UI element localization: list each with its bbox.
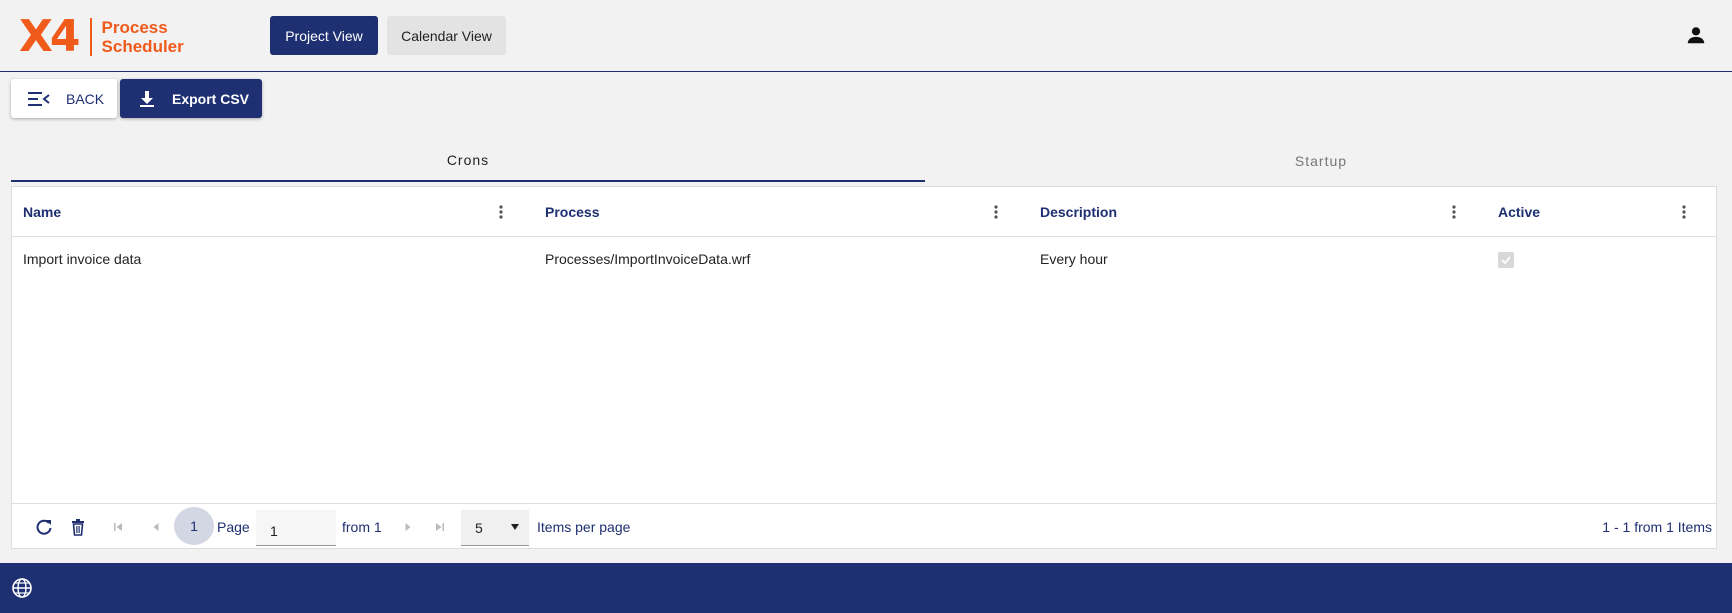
logo-mark: X4	[19, 11, 81, 62]
caret-down-icon	[511, 524, 519, 530]
column-menu-icon[interactable]	[493, 204, 509, 220]
page-total-label: from 1	[342, 519, 382, 535]
app-footer	[0, 563, 1732, 613]
column-header-description[interactable]: Description	[1040, 187, 1117, 237]
back-button[interactable]: BACK	[11, 79, 117, 118]
trash-icon[interactable]	[69, 518, 87, 536]
table-row[interactable]: Import invoice data Processes/ImportInvo…	[12, 238, 1716, 280]
refresh-icon[interactable]	[35, 518, 53, 536]
cell-description: Every hour	[1040, 251, 1108, 267]
app-header: X4 Process Scheduler Project View Calend…	[0, 0, 1732, 72]
column-header-process[interactable]: Process	[545, 187, 599, 237]
logo-line-1: Process	[101, 18, 168, 37]
calendar-view-button[interactable]: Calendar View	[387, 16, 506, 55]
cell-process: Processes/ImportInvoiceData.wrf	[545, 251, 751, 267]
cell-name: Import invoice data	[23, 251, 142, 267]
back-label: BACK	[66, 90, 105, 107]
export-csv-button[interactable]: Export CSV	[120, 79, 262, 118]
last-page-icon[interactable]	[434, 521, 446, 533]
active-checkbox	[1498, 252, 1514, 268]
page-label: Page	[217, 519, 250, 535]
current-page-button[interactable]: 1	[174, 507, 214, 545]
items-per-page-select[interactable]: 5	[461, 510, 529, 546]
tab-bar: Crons Startup	[11, 140, 1717, 182]
page-number-input[interactable]	[256, 510, 336, 546]
logo-text: Process Scheduler	[102, 18, 184, 56]
check-icon	[1501, 256, 1511, 265]
items-per-page-label: Items per page	[537, 519, 631, 535]
items-per-page-value: 5	[475, 519, 483, 536]
grid-header: Name Process Description Active	[12, 187, 1716, 237]
app-logo: X4 Process Scheduler	[19, 11, 184, 62]
next-page-icon[interactable]	[402, 521, 414, 533]
tab-crons[interactable]: Crons	[11, 140, 925, 182]
column-menu-icon[interactable]	[988, 204, 1004, 220]
logo-line-2: Scheduler	[101, 37, 184, 56]
export-label: Export CSV	[172, 90, 250, 107]
previous-page-icon[interactable]	[150, 521, 162, 533]
crons-grid: Name Process Description Active Import i…	[11, 186, 1717, 549]
items-summary: 1 - 1 from 1 Items	[1602, 519, 1712, 535]
pager: 1 Page from 1 5 Items per page 1 - 1 fro…	[12, 503, 1716, 549]
globe-icon[interactable]	[11, 577, 33, 599]
logo-divider	[89, 18, 92, 56]
column-header-active[interactable]: Active	[1498, 187, 1540, 237]
column-menu-icon[interactable]	[1446, 204, 1462, 220]
column-menu-icon[interactable]	[1676, 204, 1692, 220]
menu-collapse-icon	[28, 91, 50, 106]
tab-startup[interactable]: Startup	[925, 140, 1717, 182]
download-icon	[140, 90, 154, 107]
first-page-icon[interactable]	[112, 521, 124, 533]
column-header-name[interactable]: Name	[23, 187, 61, 237]
user-icon[interactable]	[1685, 24, 1707, 46]
project-view-button[interactable]: Project View	[270, 16, 378, 55]
